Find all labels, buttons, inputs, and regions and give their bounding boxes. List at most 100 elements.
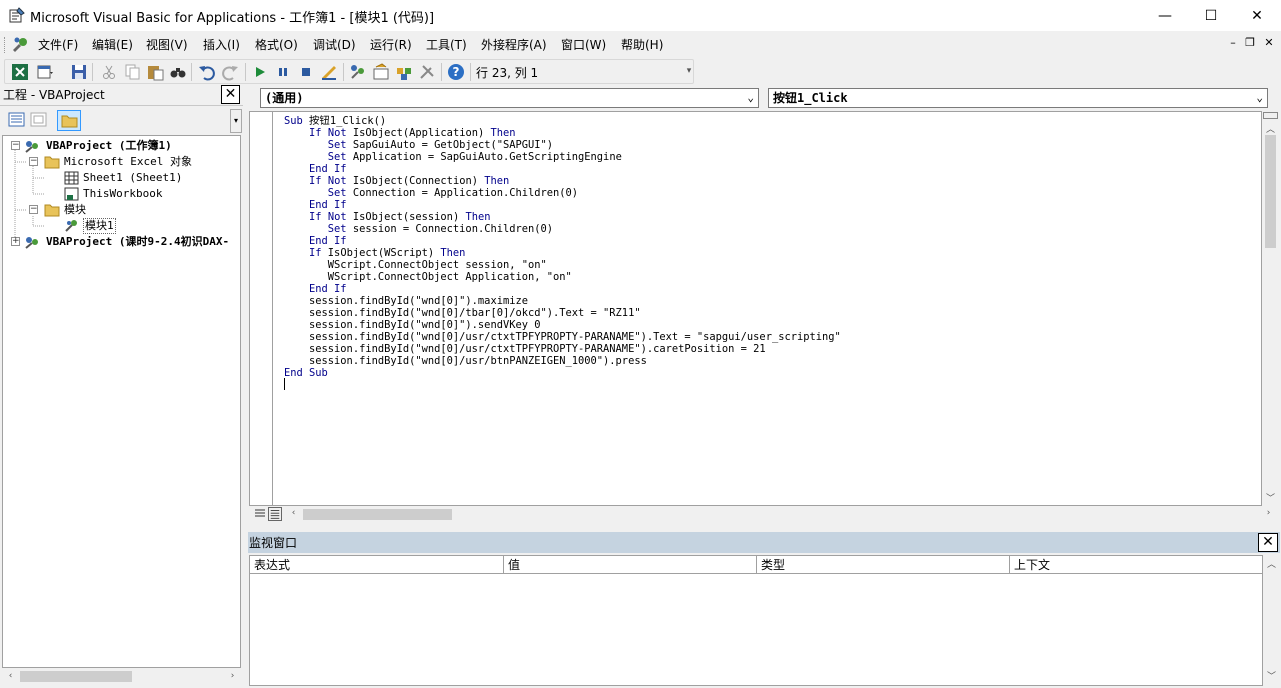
mdi-restore-button[interactable]: ❐: [1243, 36, 1257, 49]
code-line[interactable]: Set Connection = Application.Children(0): [284, 187, 841, 199]
project-toolbar-chevron[interactable]: ▾: [230, 109, 242, 133]
toolbar-options-chevron[interactable]: ▾: [685, 62, 693, 81]
tree-item-vbaproject[interactable]: VBAProject (工作簿1): [46, 138, 172, 154]
code-line[interactable]: session.findById("wnd[0]/usr/ctxtTPFYPRO…: [284, 331, 841, 343]
code-line[interactable]: Set Application = SapGuiAuto.GetScriptin…: [284, 151, 841, 163]
code-line[interactable]: If Not IsObject(Connection) Then: [284, 175, 841, 187]
code-line[interactable]: End If: [284, 283, 841, 295]
redo-icon[interactable]: [221, 63, 239, 81]
code-line[interactable]: If Not IsObject(Application) Then: [284, 127, 841, 139]
code-line[interactable]: session.findById("wnd[0]/usr/btnPANZEIGE…: [284, 355, 841, 367]
toolbox-icon[interactable]: [418, 63, 436, 81]
chevron-down-icon[interactable]: ⌄: [1256, 89, 1263, 107]
tree-item-sheet1[interactable]: Sheet1 (Sheet1): [83, 170, 182, 186]
scroll-down-arrow[interactable]: ﹀: [1263, 669, 1280, 682]
properties-icon[interactable]: [372, 63, 390, 81]
find-icon[interactable]: [169, 63, 187, 81]
tree-expander[interactable]: −: [11, 141, 20, 150]
scroll-left-arrow[interactable]: ‹: [2, 671, 19, 681]
project-horizontal-scrollbar[interactable]: ‹ ›: [2, 668, 241, 685]
watch-vertical-scrollbar[interactable]: ︿ ﹀: [1263, 555, 1280, 686]
code-line[interactable]: [284, 379, 841, 391]
full-module-view-icon[interactable]: [268, 507, 282, 521]
column-header-context[interactable]: 上下文: [1010, 556, 1262, 574]
copy-icon[interactable]: [123, 63, 141, 81]
mdi-minimize-button[interactable]: –: [1226, 36, 1240, 49]
menu-window[interactable]: 窗口(W): [561, 36, 606, 53]
help-icon[interactable]: ?: [447, 63, 465, 81]
break-icon[interactable]: [274, 63, 292, 81]
run-icon[interactable]: [251, 63, 269, 81]
code-text[interactable]: Sub 按钮1_Click() If Not IsObject(Applicat…: [284, 115, 841, 391]
menu-help[interactable]: 帮助(H): [621, 36, 663, 53]
toggle-folders-button[interactable]: [57, 110, 81, 131]
excel-icon[interactable]: [11, 63, 29, 81]
code-line[interactable]: Sub 按钮1_Click(): [284, 115, 841, 127]
insert-userform-icon[interactable]: [36, 63, 54, 81]
menu-run[interactable]: 运行(R): [370, 36, 412, 53]
code-editor[interactable]: Sub 按钮1_Click() If Not IsObject(Applicat…: [249, 111, 1262, 506]
code-line[interactable]: End Sub: [284, 367, 841, 379]
design-mode-icon[interactable]: [320, 63, 338, 81]
menubar-grip[interactable]: [4, 37, 7, 53]
column-header-value[interactable]: 值: [504, 556, 757, 574]
scroll-thumb[interactable]: [303, 509, 452, 520]
tree-expander[interactable]: −: [29, 205, 38, 214]
code-line[interactable]: session.findById("wnd[0]/usr/ctxtTPFYPRO…: [284, 343, 841, 355]
tree-item-thisworkbook[interactable]: ThisWorkbook: [83, 186, 162, 202]
watch-list[interactable]: 表达式 值 类型 上下文: [249, 555, 1263, 686]
minimize-button[interactable]: —: [1142, 0, 1188, 31]
object-browser-icon[interactable]: [395, 63, 413, 81]
maximize-button[interactable]: ☐: [1188, 0, 1234, 31]
scroll-up-arrow[interactable]: ︿: [1263, 557, 1280, 570]
view-object-icon[interactable]: [30, 112, 48, 128]
scroll-right-arrow[interactable]: ›: [224, 671, 241, 681]
code-line[interactable]: If Not IsObject(session) Then: [284, 211, 841, 223]
code-line[interactable]: End If: [284, 199, 841, 211]
tree-item-vbaproject-2[interactable]: VBAProject (课时9-2.4初识DAX-: [46, 234, 229, 250]
undo-icon[interactable]: [198, 63, 216, 81]
menu-edit[interactable]: 编辑(E): [92, 36, 133, 53]
scroll-down-arrow[interactable]: ﹀: [1262, 491, 1279, 504]
scroll-right-arrow[interactable]: ›: [1260, 508, 1277, 518]
code-line[interactable]: If IsObject(WScript) Then: [284, 247, 841, 259]
vba-menu-icon[interactable]: [11, 36, 29, 53]
tree-item-modules[interactable]: 模块: [64, 202, 86, 218]
tree-item-excel-objects[interactable]: Microsoft Excel 对象: [64, 154, 192, 170]
code-line[interactable]: session.findById("wnd[0]").maximize: [284, 295, 841, 307]
menu-view[interactable]: 视图(V): [146, 36, 188, 53]
procedure-combo[interactable]: 按钮1_Click ⌄: [768, 88, 1268, 108]
menu-format[interactable]: 格式(O): [255, 36, 298, 53]
mdi-close-button[interactable]: ✕: [1262, 36, 1276, 49]
menu-debug[interactable]: 调试(D): [313, 36, 356, 53]
code-line[interactable]: End If: [284, 163, 841, 175]
procedure-view-icon[interactable]: [253, 507, 267, 521]
watch-window-close-button[interactable]: ✕: [1258, 533, 1278, 552]
code-margin[interactable]: [250, 112, 273, 505]
scroll-left-arrow[interactable]: ‹: [285, 508, 302, 518]
view-code-icon[interactable]: [8, 112, 26, 128]
chevron-down-icon[interactable]: ⌄: [747, 89, 754, 107]
tree-item-module1[interactable]: 模块1: [83, 218, 116, 234]
scroll-thumb[interactable]: [20, 671, 132, 682]
menu-file[interactable]: 文件(F): [38, 36, 78, 53]
code-line[interactable]: session.findById("wnd[0]").sendVKey 0: [284, 319, 841, 331]
paste-icon[interactable]: [146, 63, 164, 81]
menu-insert[interactable]: 插入(I): [203, 36, 240, 53]
menu-tools[interactable]: 工具(T): [426, 36, 467, 53]
code-line[interactable]: Set SapGuiAuto = GetObject("SAPGUI"): [284, 139, 841, 151]
project-pane-close-button[interactable]: ✕: [221, 85, 240, 104]
close-button[interactable]: ✕: [1234, 0, 1280, 31]
object-combo[interactable]: (通用) ⌄: [260, 88, 759, 108]
code-line[interactable]: session.findById("wnd[0]/tbar[0]/okcd").…: [284, 307, 841, 319]
tree-expander[interactable]: −: [29, 157, 38, 166]
column-header-type[interactable]: 类型: [757, 556, 1010, 574]
split-bar[interactable]: [1263, 112, 1278, 119]
menu-addins[interactable]: 外接程序(A): [481, 36, 547, 53]
code-line[interactable]: WScript.ConnectObject Application, "on": [284, 271, 841, 283]
scroll-thumb[interactable]: [1265, 135, 1276, 248]
code-line[interactable]: Set session = Connection.Children(0): [284, 223, 841, 235]
code-vertical-scrollbar[interactable]: ︿ ﹀: [1262, 111, 1279, 506]
save-icon[interactable]: [70, 63, 88, 81]
code-line[interactable]: End If: [284, 235, 841, 247]
